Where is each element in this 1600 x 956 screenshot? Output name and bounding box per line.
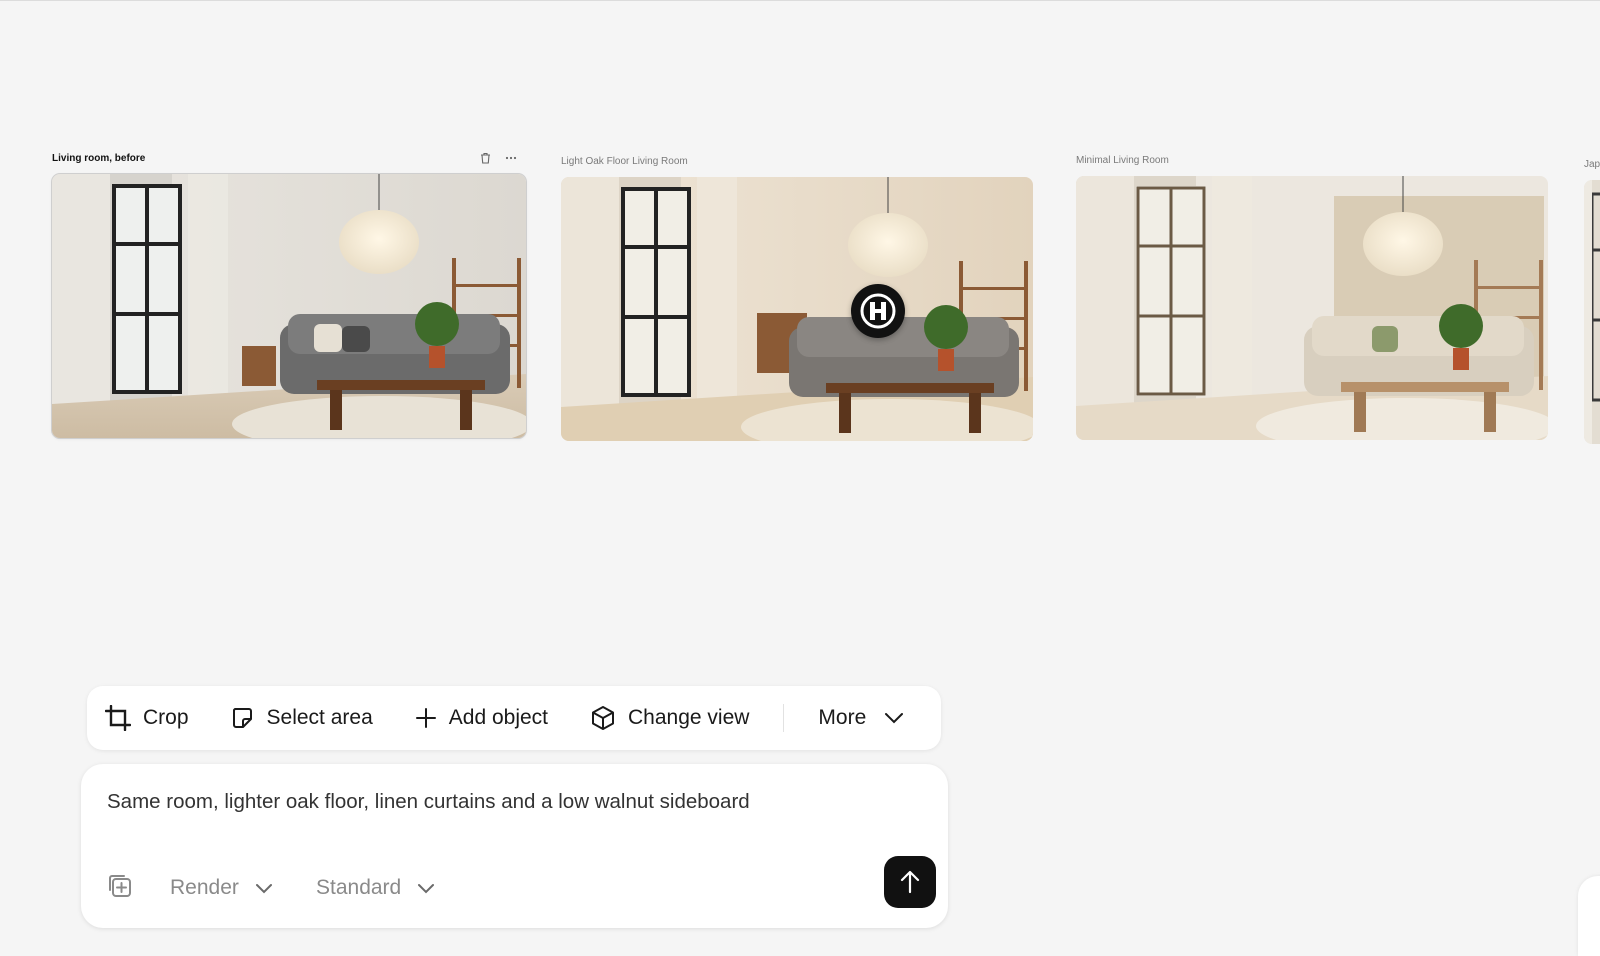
chevron-down-icon bbox=[255, 883, 272, 893]
card-title: Jap bbox=[1584, 159, 1600, 170]
chevron-down-icon bbox=[885, 713, 904, 724]
change-view-button[interactable]: Change view bbox=[590, 705, 749, 731]
prompt-panel: Same room, lighter oak floor, linen curt… bbox=[81, 764, 948, 928]
room-image[interactable] bbox=[52, 174, 526, 438]
ellipsis-icon[interactable] bbox=[504, 151, 518, 165]
trash-icon[interactable] bbox=[478, 151, 492, 165]
room-image[interactable] bbox=[561, 177, 1033, 441]
arrow-up-icon bbox=[900, 870, 920, 894]
select-area-button[interactable]: Select area bbox=[231, 706, 373, 730]
lasso-select-icon bbox=[232, 708, 252, 728]
logo-icon bbox=[860, 293, 896, 329]
chevron-down-icon bbox=[418, 883, 435, 893]
cube-icon bbox=[592, 706, 615, 730]
toolbar-divider bbox=[783, 704, 785, 732]
add-image-button[interactable] bbox=[106, 872, 132, 903]
more-menu-button[interactable]: More bbox=[818, 706, 904, 730]
card-title: Living room, before bbox=[52, 153, 146, 164]
send-button[interactable] bbox=[884, 856, 936, 908]
add-object-label: Add object bbox=[448, 706, 549, 729]
edit-toolbar: Crop Select area Add object Change view … bbox=[87, 686, 941, 750]
app-logo-badge[interactable] bbox=[851, 284, 905, 338]
prompt-input[interactable]: Same room, lighter oak floor, linen curt… bbox=[107, 790, 907, 814]
plus-icon bbox=[415, 708, 436, 728]
add-image-icon bbox=[109, 875, 131, 897]
side-panel-edge bbox=[1578, 876, 1600, 956]
card-title: Minimal Living Room bbox=[1076, 155, 1169, 166]
change-view-label: Change view bbox=[628, 706, 750, 729]
card-title: Light Oak Floor Living Room bbox=[561, 156, 688, 167]
crop-icon bbox=[105, 705, 131, 731]
top-divider bbox=[0, 0, 1600, 1]
more-label: More bbox=[818, 706, 867, 729]
add-object-button[interactable]: Add object bbox=[415, 706, 548, 730]
prompt-footer: Render Standard bbox=[106, 856, 936, 928]
mode-value: Render bbox=[170, 876, 239, 899]
crop-button[interactable]: Crop bbox=[105, 705, 189, 731]
room-image[interactable] bbox=[1076, 176, 1548, 440]
card-actions bbox=[478, 151, 518, 165]
quality-value: Standard bbox=[316, 876, 402, 899]
room-image[interactable] bbox=[1584, 180, 1600, 444]
crop-label: Crop bbox=[143, 706, 189, 729]
select-area-label: Select area bbox=[266, 706, 373, 729]
quality-select[interactable]: Standard bbox=[316, 876, 435, 900]
mode-select[interactable]: Render bbox=[170, 876, 273, 900]
